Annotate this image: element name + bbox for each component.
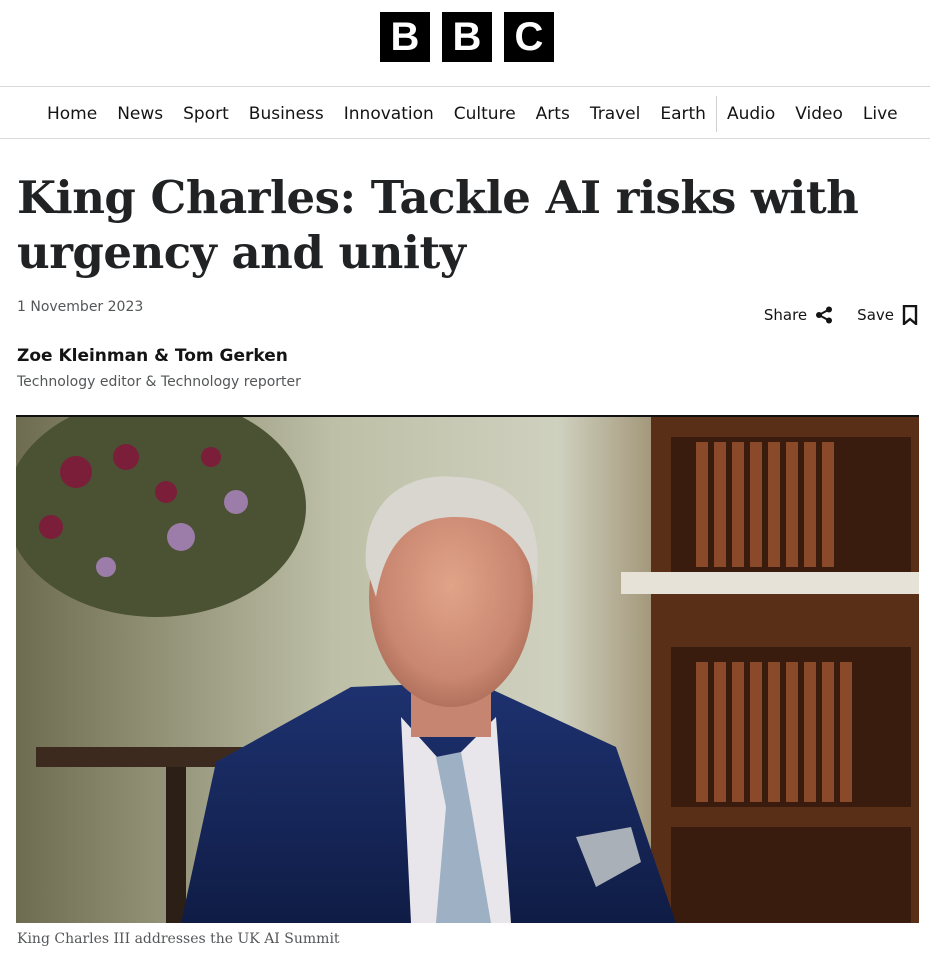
share-icon bbox=[816, 306, 833, 324]
hero-image bbox=[16, 415, 919, 923]
save-button[interactable]: Save bbox=[857, 305, 918, 325]
logo-letter-b1: B bbox=[380, 12, 430, 62]
article-headline: King Charles: Tackle AI risks with urgen… bbox=[17, 171, 859, 279]
author-roles: Technology editor & Technology reporter bbox=[17, 374, 301, 390]
nav-item-audio[interactable]: Audio bbox=[717, 88, 785, 139]
nav-item-earth[interactable]: Earth bbox=[650, 88, 716, 139]
hero-photo bbox=[16, 417, 919, 923]
nav-item-arts[interactable]: Arts bbox=[526, 88, 580, 139]
nav-item-travel[interactable]: Travel bbox=[580, 88, 651, 139]
nav-item-business[interactable]: Business bbox=[239, 88, 334, 139]
article-actions: Share Save bbox=[764, 305, 918, 325]
bbc-logo[interactable]: B B C bbox=[380, 12, 554, 62]
nav-item-video[interactable]: Video bbox=[785, 88, 853, 139]
image-caption: King Charles III addresses the UK AI Sum… bbox=[17, 931, 340, 947]
nav-item-home[interactable]: Home bbox=[37, 88, 107, 139]
main-nav: Home News Sport Business Innovation Cult… bbox=[0, 88, 930, 139]
logo-letter-c: C bbox=[504, 12, 554, 62]
nav-item-sport[interactable]: Sport bbox=[173, 88, 239, 139]
share-label: Share bbox=[763, 306, 808, 324]
nav-list: Home News Sport Business Innovation Cult… bbox=[37, 88, 908, 139]
save-label: Save bbox=[857, 306, 894, 324]
masthead: B B C bbox=[0, 0, 930, 87]
nav-item-innovation[interactable]: Innovation bbox=[334, 88, 444, 139]
nav-item-culture[interactable]: Culture bbox=[444, 88, 526, 139]
nav-item-news[interactable]: News bbox=[107, 88, 173, 139]
nav-item-live[interactable]: Live bbox=[853, 88, 908, 139]
logo-letter-b2: B bbox=[442, 12, 492, 62]
article-date: 1 November 2023 bbox=[17, 299, 144, 315]
byline: Zoe Kleinman & Tom Gerken Technology edi… bbox=[17, 346, 301, 390]
article-authors[interactable]: Zoe Kleinman & Tom Gerken bbox=[17, 346, 301, 366]
share-button[interactable]: Share bbox=[764, 306, 833, 324]
bookmark-icon bbox=[902, 305, 918, 325]
